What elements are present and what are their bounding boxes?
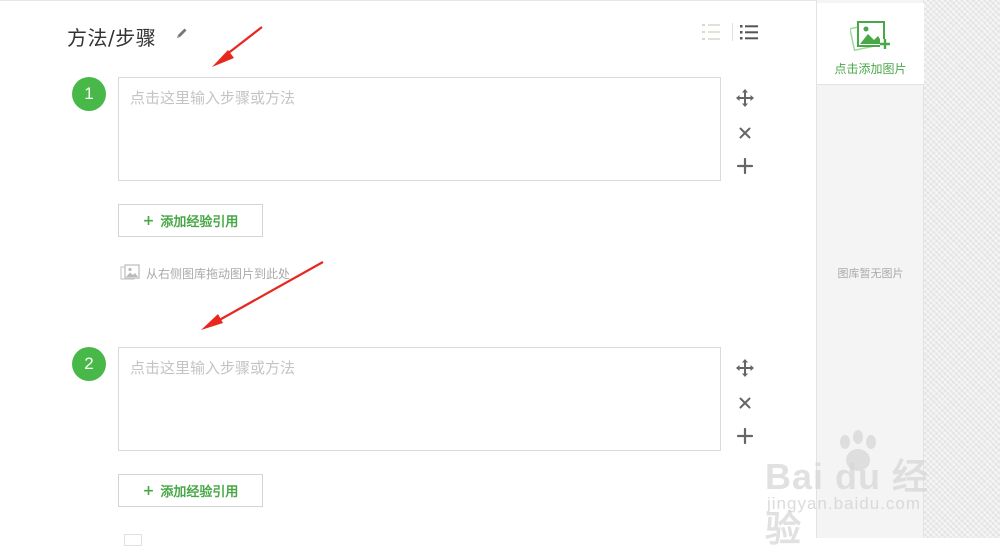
add-citation-label: 添加经验引用 bbox=[160, 215, 239, 230]
watermark: Bai du 经验 jingyan.baidu.com bbox=[765, 430, 955, 549]
step-input[interactable] bbox=[118, 347, 721, 451]
drag-hint-icon-partial bbox=[124, 534, 142, 546]
step-number: 2 bbox=[72, 347, 106, 381]
add-citation-button[interactable]: + 添加经验引用 bbox=[118, 204, 263, 237]
drag-hint: 从右侧图库拖动图片到此处 bbox=[120, 263, 290, 283]
watermark-url: jingyan.baidu.com bbox=[767, 494, 922, 513]
add-image-label: 点击添加图片 bbox=[834, 62, 907, 76]
empty-library-label: 图库暂无图片 bbox=[837, 267, 904, 280]
drag-hint-text: 从右侧图库拖动图片到此处 bbox=[146, 266, 291, 281]
image-icon bbox=[120, 264, 140, 280]
plus-icon[interactable] bbox=[734, 425, 756, 447]
close-icon[interactable] bbox=[734, 392, 756, 414]
step-2: 2 + 添加经验引用 bbox=[0, 0, 816, 507]
add-image-icon bbox=[850, 21, 890, 52]
add-citation-label: 添加经验引用 bbox=[160, 485, 239, 500]
plus-icon: + bbox=[142, 212, 155, 229]
add-image-button[interactable]: 点击添加图片 bbox=[817, 3, 924, 85]
plus-icon: + bbox=[142, 482, 155, 499]
move-icon[interactable] bbox=[734, 357, 756, 379]
add-citation-button[interactable]: + 添加经验引用 bbox=[118, 474, 263, 507]
